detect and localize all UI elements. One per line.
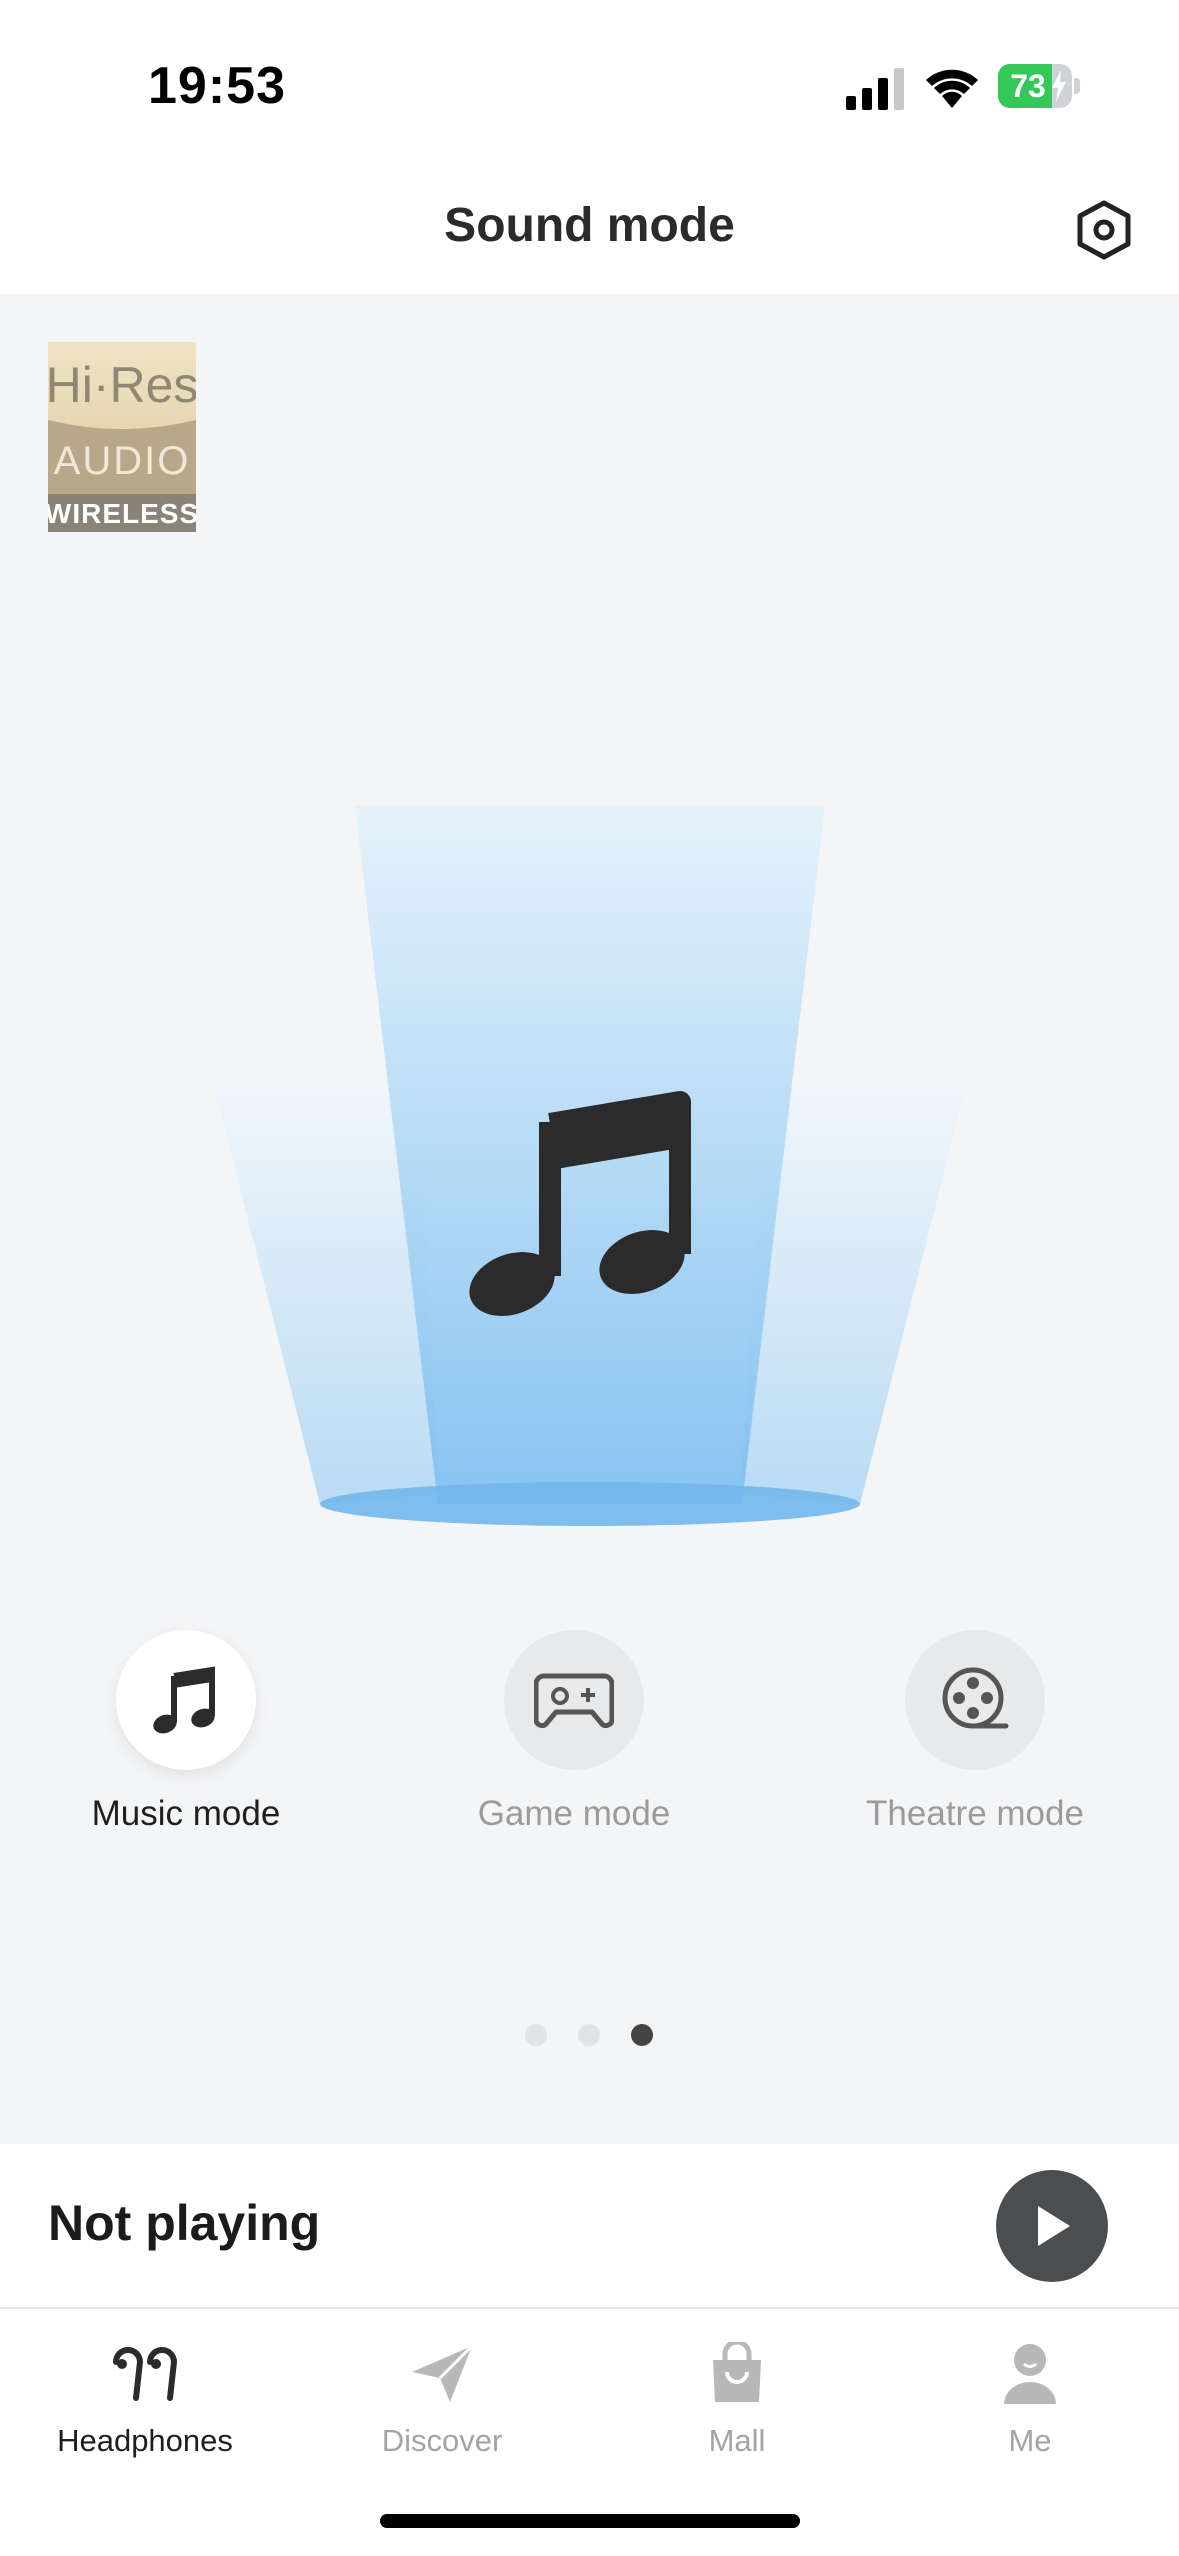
- tab-mall[interactable]: Mall: [607, 2339, 867, 2459]
- theatre-mode-option[interactable]: Theatre mode: [805, 1630, 1145, 1834]
- settings-button[interactable]: [1070, 196, 1138, 264]
- svg-text:Hi·Res: Hi·Res: [48, 357, 196, 413]
- game-mode-option[interactable]: Game mode: [404, 1630, 744, 1834]
- now-playing-status: Not playing: [48, 2195, 321, 2251]
- charging-bolt-icon: [1052, 70, 1066, 102]
- settings-hex-icon: [1077, 200, 1131, 260]
- cellular-signal-icon: [846, 68, 904, 110]
- tab-headphones[interactable]: Headphones: [15, 2339, 275, 2459]
- theatre-mode-label: Theatre mode: [866, 1794, 1084, 1833]
- page-title: Sound mode: [444, 199, 735, 252]
- music-mode-illustration: [215, 806, 965, 1526]
- music-note-icon: [153, 1666, 215, 1734]
- theatre-mode-button[interactable]: [905, 1630, 1045, 1770]
- page-indicator: [0, 2024, 1179, 2054]
- tab-discover[interactable]: Discover: [312, 2339, 572, 2459]
- bottom-tab-bar: Headphones Discover Mall Me: [0, 2309, 1179, 2556]
- play-icon: [1038, 2206, 1070, 2246]
- tab-discover-label: Discover: [381, 2423, 503, 2458]
- tab-headphones-label: Headphones: [57, 2423, 233, 2458]
- battery-percent: 73: [1010, 68, 1046, 104]
- sound-mode-panel: Hi·Res AUDIO WIRELESS Music mode Game mo…: [0, 294, 1179, 2144]
- tab-me-label: Me: [1008, 2423, 1052, 2458]
- wifi-icon: [926, 69, 978, 108]
- game-mode-button[interactable]: [504, 1630, 644, 1770]
- music-mode-label: Music mode: [91, 1794, 281, 1833]
- hi-res-audio-badge: Hi·Res AUDIO WIRELESS: [48, 342, 196, 532]
- page-dot-active[interactable]: [631, 2024, 653, 2046]
- status-bar: 19:53 73: [0, 0, 1179, 170]
- home-indicator: [380, 2514, 800, 2528]
- status-time: 19:53: [148, 57, 286, 115]
- film-reel-icon: [942, 1667, 1009, 1729]
- battery-indicator: 73: [998, 64, 1080, 110]
- tab-me[interactable]: Me: [900, 2339, 1160, 2459]
- mode-selector: Music mode Game mode Theatre mode: [0, 1630, 1179, 1850]
- paper-plane-icon: [412, 2344, 474, 2402]
- shopping-bag-icon: [713, 2342, 761, 2402]
- play-button[interactable]: [996, 2170, 1108, 2282]
- gamepad-icon: [534, 1673, 614, 1729]
- app-header: Sound mode: [0, 170, 1179, 294]
- game-mode-label: Game mode: [477, 1794, 671, 1833]
- page-dot[interactable]: [578, 2024, 600, 2046]
- svg-text:WIRELESS: WIRELESS: [48, 498, 196, 529]
- person-icon: [1004, 2344, 1056, 2404]
- music-mode-button[interactable]: [116, 1630, 256, 1770]
- svg-text:AUDIO: AUDIO: [54, 439, 191, 483]
- music-mode-option[interactable]: Music mode: [16, 1630, 356, 1834]
- now-playing-bar[interactable]: Not playing: [0, 2144, 1179, 2309]
- tab-mall-label: Mall: [708, 2423, 766, 2458]
- earbuds-icon: [113, 2347, 178, 2401]
- page-dot[interactable]: [525, 2024, 547, 2046]
